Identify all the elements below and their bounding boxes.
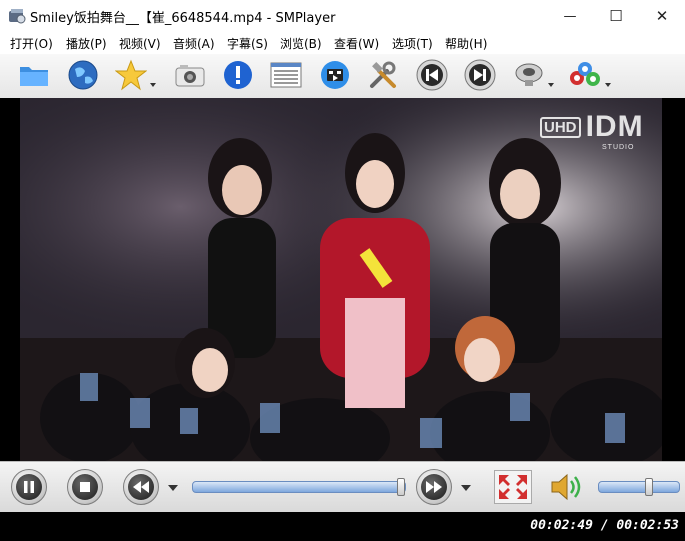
globe-icon (68, 60, 98, 90)
chevron-down-icon[interactable] (605, 83, 611, 87)
chevron-down-icon[interactable] (548, 83, 554, 87)
speaker-volume-icon (551, 473, 581, 501)
menu-audio[interactable]: 音频(A) (173, 35, 215, 52)
screenshot-camera-icon (175, 65, 205, 87)
stop-icon (80, 482, 90, 492)
main-toolbar (0, 54, 685, 99)
minimize-button[interactable]: — (547, 0, 593, 32)
mute-button[interactable] (548, 470, 584, 504)
control-bar (0, 461, 685, 513)
audio-track-button[interactable] (512, 58, 546, 92)
favorites-star-icon (115, 59, 147, 91)
next-icon (464, 59, 496, 91)
menu-play[interactable]: 播放(P) (66, 35, 107, 52)
fast-forward-icon (426, 481, 442, 493)
menu-video[interactable]: 视频(V) (119, 35, 161, 52)
close-icon: ✕ (655, 7, 669, 25)
maximize-icon: ☐ (609, 7, 623, 25)
menu-subtitles[interactable]: 字幕(S) (227, 35, 268, 52)
previous-icon (416, 59, 448, 91)
next-button[interactable] (463, 58, 497, 92)
video-frame: UHD IDM STUDIO (20, 98, 662, 461)
time-display: 00:02:49 / 00:02:53 (530, 518, 679, 533)
previous-button[interactable] (415, 58, 449, 92)
minimize-icon: — (563, 8, 577, 24)
volume-handle[interactable] (644, 478, 653, 496)
video-equalizer-button[interactable] (318, 58, 352, 92)
menu-bar: 打开(O) 播放(P) 视频(V) 音频(A) 字幕(S) 浏览(B) 查看(W… (0, 32, 685, 54)
watermark-uhd: UHD (540, 116, 581, 138)
video-equalizer-icon (321, 61, 349, 89)
close-button[interactable]: ✕ (639, 0, 685, 32)
pause-icon (24, 481, 34, 493)
subtitles-button[interactable] (568, 58, 602, 92)
watermark-idm: IDM (585, 110, 644, 143)
chevron-down-icon[interactable] (150, 83, 156, 87)
screenshot-button[interactable] (173, 58, 207, 92)
fullscreen-button[interactable] (494, 470, 532, 504)
fullscreen-icon (495, 471, 531, 503)
favorites-button[interactable] (114, 58, 148, 92)
info-button[interactable] (221, 58, 255, 92)
status-bar: 00:02:49 / 00:02:53 (0, 512, 685, 541)
rewind-icon (133, 481, 149, 493)
playlist-button[interactable] (269, 58, 303, 92)
menu-options[interactable]: 选项(T) (392, 35, 433, 52)
open-url-button[interactable] (66, 58, 100, 92)
volume-slider[interactable] (598, 478, 680, 496)
window-title: Smiley饭拍舞台__【崔_6648544.mp4 - SMPlayer (30, 11, 336, 26)
menu-browse[interactable]: 浏览(B) (280, 35, 322, 52)
playlist-icon (270, 62, 302, 88)
maximize-button[interactable]: ☐ (593, 0, 639, 32)
seek-handle[interactable] (397, 478, 405, 496)
watermark: UHD IDM STUDIO (540, 110, 644, 151)
smplayer-app-icon (9, 9, 26, 24)
preferences-tools-icon (370, 61, 396, 88)
chevron-down-icon[interactable] (168, 485, 178, 491)
info-icon (224, 61, 252, 89)
subtitles-abc-icon (570, 62, 600, 86)
video-area[interactable]: UHD IDM STUDIO (0, 98, 685, 461)
seek-bar[interactable] (192, 478, 406, 496)
audio-track-icon (515, 63, 543, 86)
menu-view[interactable]: 查看(W) (334, 35, 379, 52)
folder-icon (20, 67, 48, 86)
preferences-button[interactable] (366, 58, 400, 92)
pause-button[interactable] (11, 469, 47, 505)
menu-open[interactable]: 打开(O) (10, 35, 53, 52)
title-bar: Smiley饭拍舞台__【崔_6648544.mp4 - SMPlayer — … (0, 0, 685, 32)
watermark-sub: STUDIO (602, 144, 635, 151)
fast-forward-button[interactable] (416, 469, 452, 505)
menu-help[interactable]: 帮助(H) (445, 35, 487, 52)
rewind-button[interactable] (123, 469, 159, 505)
open-file-button[interactable] (17, 58, 51, 92)
video-scene-image (20, 98, 662, 461)
stop-button[interactable] (67, 469, 103, 505)
chevron-down-icon[interactable] (461, 485, 471, 491)
